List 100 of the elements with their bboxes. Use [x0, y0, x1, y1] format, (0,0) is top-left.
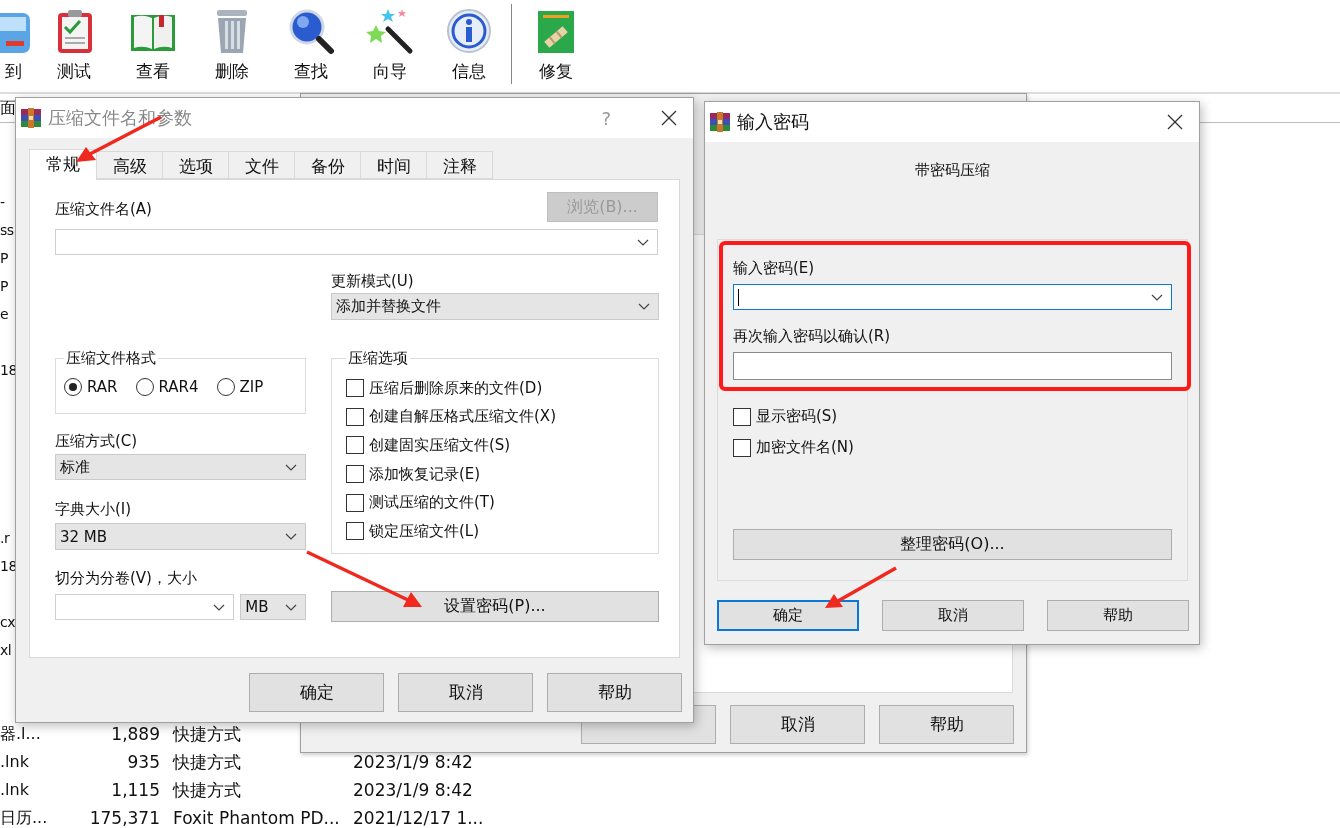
checkbox-label: 创建自解压格式压缩文件(X)	[369, 407, 556, 427]
chevron-down-icon	[638, 303, 650, 310]
field-label: 切分为分卷(V)，大小	[55, 568, 198, 588]
file-size: 1,115	[111, 780, 160, 800]
button[interactable]: 帮助	[1047, 600, 1189, 631]
file-name[interactable]: ss	[0, 222, 14, 238]
checkbox[interactable]	[346, 493, 364, 512]
toolbar-button[interactable]: 信息	[429, 0, 508, 90]
arrow-annotation	[825, 566, 897, 608]
tab[interactable]: 常规	[29, 149, 97, 180]
checkbox-label: 锁定压缩文件(L)	[369, 521, 480, 541]
window-title: 输入密码	[737, 110, 809, 134]
tab[interactable]: 注释	[427, 151, 493, 179]
toolbar-button[interactable]: 查找	[271, 0, 350, 90]
dropdown[interactable]: MB	[240, 594, 306, 620]
button[interactable]: 取消	[882, 600, 1024, 631]
dropdown[interactable]: 32 MB	[55, 523, 306, 550]
checkbox-label: 创建固实压缩文件(S)	[369, 436, 511, 455]
file-name[interactable]: P	[0, 278, 8, 294]
field-label: 压缩方式(C)	[55, 431, 139, 451]
radio-button[interactable]	[64, 378, 82, 396]
tab[interactable]: 高级	[97, 151, 163, 179]
chevron-down-icon	[285, 533, 297, 540]
file-type: 快捷方式	[173, 752, 241, 772]
chevron-down-icon	[285, 463, 297, 471]
field-label: 压缩文件名(A)	[55, 199, 152, 219]
button[interactable]: 确定	[249, 673, 384, 712]
dropdown[interactable]: 标准	[55, 454, 306, 480]
chevron-down-icon	[213, 603, 226, 611]
button[interactable]: 取消	[730, 705, 865, 744]
tab[interactable]: 时间	[361, 151, 427, 179]
file-name[interactable]: e	[0, 306, 9, 322]
checkbox[interactable]	[346, 379, 364, 398]
checkbox[interactable]	[346, 465, 364, 484]
field-label: 字典大小(I)	[55, 499, 133, 519]
chevron-down-icon	[1151, 293, 1163, 301]
password-field[interactable]	[733, 284, 1172, 310]
option-label: RAR4	[158, 378, 199, 396]
file-date: 2023/1/9 8:42	[353, 780, 473, 800]
group-title: 压缩文件格式	[65, 349, 157, 368]
tab[interactable]: 选项	[163, 151, 229, 179]
file-size: 935	[127, 752, 160, 772]
dialog-heading: 带密码压缩	[913, 160, 991, 180]
checkbox[interactable]	[733, 407, 751, 426]
file-date: 2021/12/17 1...	[353, 808, 484, 828]
option-label: RAR	[87, 378, 118, 396]
tab[interactable]: 文件	[229, 151, 295, 179]
file-name[interactable]: 器.l...	[0, 724, 41, 743]
toolbar-button[interactable]: 删除	[192, 0, 271, 90]
radio-button[interactable]	[216, 378, 235, 396]
button[interactable]: 确定	[717, 600, 859, 631]
chevron-down-icon	[285, 603, 297, 611]
checkbox[interactable]	[346, 436, 364, 455]
group-title: 压缩选项	[347, 349, 409, 368]
button[interactable]: 帮助	[879, 705, 1014, 744]
toolbar-button[interactable]: 向导	[350, 0, 429, 90]
close-icon	[661, 110, 677, 126]
tab[interactable]: 备份	[295, 151, 361, 179]
toolbar-button[interactable]: 修复	[516, 0, 595, 90]
field-label: 再次输入密码以确认(R)	[733, 326, 892, 346]
field-label: 输入密码(E)	[733, 258, 816, 278]
info-icon	[444, 7, 493, 55]
button[interactable]: 帮助	[547, 673, 682, 712]
file-name[interactable]: P	[0, 250, 8, 266]
file-type: Foxit Phantom PD...	[173, 808, 340, 828]
file-name[interactable]: 日历...	[0, 808, 46, 827]
checkbox[interactable]	[346, 522, 364, 541]
archive-icon	[20, 107, 42, 129]
checkbox[interactable]	[733, 438, 751, 457]
checkbox-label: 测试压缩的文件(T)	[369, 493, 495, 513]
file-type: 快捷方式	[173, 724, 241, 744]
file-name[interactable]: -	[0, 194, 5, 210]
file-name[interactable]: xl	[0, 642, 12, 658]
button[interactable]: 整理密码(O)...	[733, 529, 1172, 560]
checkbox-label: 压缩后删除原来的文件(D)	[369, 378, 543, 398]
button[interactable]: 设置密码(P)...	[331, 591, 659, 622]
file-size: 175,371	[89, 808, 160, 828]
checkbox-label: 显示密码(S)	[756, 407, 838, 426]
text-cursor	[738, 288, 739, 306]
file-name[interactable]: .r	[0, 530, 10, 546]
address-field[interactable]: 面	[0, 97, 16, 119]
wand-icon	[365, 7, 414, 55]
file-name[interactable]: .lnk	[0, 780, 29, 799]
checkbox[interactable]	[346, 407, 364, 426]
checkbox-label: 加密文件名(N)	[756, 438, 854, 457]
file-date: 2023/1/9 8:42	[353, 752, 473, 772]
field-label: 更新模式(U)	[331, 271, 415, 291]
toolbar-button[interactable]: 查看	[113, 0, 192, 90]
toolbar-button[interactable]: 测试	[34, 0, 113, 90]
radio-button[interactable]	[135, 378, 154, 396]
file-name[interactable]: cx	[0, 614, 15, 630]
dropdown[interactable]: 添加并替换文件	[331, 293, 659, 320]
button[interactable]: 取消	[398, 673, 533, 712]
toolbar-button[interactable]: 到	[0, 0, 34, 90]
option-label: ZIP	[239, 378, 264, 396]
close-icon	[1167, 114, 1183, 130]
input-field[interactable]	[733, 352, 1172, 380]
checkbox-label: 添加恢复记录(E)	[369, 464, 481, 484]
file-size: 1,889	[111, 724, 160, 744]
file-name[interactable]: .lnk	[0, 752, 29, 771]
